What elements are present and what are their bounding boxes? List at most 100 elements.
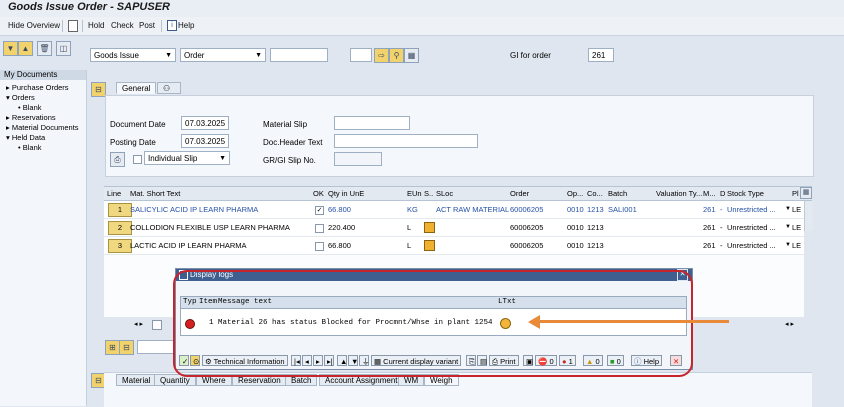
new-document-icon[interactable] — [68, 20, 78, 32]
operation-cell[interactable]: 0010 — [567, 241, 584, 250]
qty-cell[interactable]: 66.800 — [328, 241, 351, 250]
calculator-icon[interactable]: ▦ — [404, 48, 419, 63]
table-row[interactable]: 2 COLLODION FLEXIBLE USP LEARN PHARMA 22… — [104, 219, 804, 237]
order-cell[interactable]: 60006205 — [510, 223, 543, 232]
order-number-input[interactable] — [270, 48, 328, 62]
nav-item-purchase-orders[interactable]: ▸ Purchase Orders — [6, 83, 69, 92]
reference-document-select[interactable]: Order ▼ — [180, 48, 266, 62]
row-selector[interactable]: 1 — [108, 203, 132, 217]
collapse-marker-icon[interactable]: ▾ — [6, 133, 10, 142]
stock-determination-icon[interactable] — [424, 222, 435, 233]
col-movement[interactable]: M... — [703, 189, 716, 198]
horizontal-scroll-thumb[interactable] — [152, 320, 162, 330]
movement-cell[interactable]: 261 — [703, 241, 716, 250]
nav-item-held-data[interactable]: ▾ Held Data — [6, 133, 45, 142]
debit-cell[interactable]: - — [720, 223, 723, 232]
chevron-down-icon[interactable]: ▼ — [785, 224, 791, 230]
chevron-down-icon[interactable]: ▼ — [219, 152, 226, 166]
plant-cell[interactable]: LE — [792, 241, 801, 250]
material-text-cell[interactable]: COLLODION FLEXIBLE USP LEARN PHARMA — [130, 223, 290, 232]
delete-line-icon[interactable]: ⊟ — [119, 340, 134, 355]
order-cell[interactable]: 60006205 — [510, 205, 543, 214]
col-batch[interactable]: Batch — [608, 189, 627, 198]
chevron-down-icon[interactable]: ▼ — [255, 49, 262, 63]
check-button[interactable]: Check — [111, 21, 134, 30]
hide-overview-button[interactable]: Hide Overview — [8, 21, 60, 30]
debit-cell[interactable]: - — [720, 241, 723, 250]
help-button[interactable]: Help — [178, 21, 194, 30]
scroll-right-icon[interactable]: ◂ ▸ — [785, 320, 794, 328]
nav-item-reservations[interactable]: ▸ Reservations — [6, 113, 56, 122]
expand-marker-icon[interactable]: ▸ — [6, 83, 10, 92]
ok-checkbox[interactable]: ✓ — [315, 206, 324, 215]
col-line[interactable]: Line — [107, 189, 121, 198]
collapse-all-icon[interactable]: ▲ — [18, 41, 33, 56]
eun-cell[interactable]: KG — [407, 205, 418, 214]
execute-icon[interactable]: ⇨ — [374, 48, 389, 63]
sloc-cell[interactable]: ACT RAW MATERIAL — [436, 205, 509, 214]
stock-type-cell[interactable]: Unrestricted ... — [727, 205, 776, 214]
order-cell[interactable]: 60006205 — [510, 241, 543, 250]
expand-marker-icon[interactable]: ▸ — [6, 123, 10, 132]
search-help-input[interactable] — [350, 48, 372, 62]
nav-item-orders[interactable]: ▾ Orders — [6, 93, 35, 102]
col-qty[interactable]: Qty in UnE — [328, 189, 364, 198]
qty-cell[interactable]: 66.800 — [328, 205, 351, 214]
stock-type-cell[interactable]: Unrestricted ... — [727, 223, 776, 232]
row-selector[interactable]: 3 — [108, 239, 132, 253]
qty-cell[interactable]: 220.400 — [328, 223, 355, 232]
tab-partner-icon[interactable]: ⚇ — [157, 82, 181, 94]
col-stock-indicator[interactable]: S.. — [424, 189, 433, 198]
table-row[interactable]: 1 SALICYLIC ACID IP LEARN PHARMA ✓ 66.80… — [104, 201, 804, 219]
post-button[interactable]: Post — [139, 21, 155, 30]
my-documents-header[interactable]: My Documents — [0, 70, 86, 80]
ok-checkbox[interactable] — [315, 224, 324, 233]
tab-general[interactable]: General — [116, 82, 157, 94]
print-checkbox[interactable] — [133, 155, 142, 164]
chevron-down-icon[interactable]: ▼ — [785, 242, 791, 248]
operation-cell[interactable]: 0010 — [567, 205, 584, 214]
nav-item-orders-blank[interactable]: • Blank — [18, 103, 42, 112]
chevron-down-icon[interactable]: ▼ — [165, 49, 172, 63]
slip-type-select[interactable]: Individual Slip ▼ — [144, 151, 230, 165]
posting-date-input[interactable]: 07.03.2025 — [181, 134, 229, 148]
collapse-marker-icon[interactable]: ▾ — [6, 93, 10, 102]
col-ok[interactable]: OK — [313, 189, 324, 198]
operation-cell[interactable]: 0010 — [567, 223, 584, 232]
delete-icon[interactable]: 🗑 — [37, 41, 52, 56]
column-settings-icon[interactable]: ▦ — [800, 187, 812, 199]
stock-type-cell[interactable]: Unrestricted ... — [727, 241, 776, 250]
col-plant[interactable]: Pl — [792, 189, 799, 198]
material-slip-input[interactable] — [334, 116, 410, 130]
hold-button[interactable]: Hold — [88, 21, 104, 30]
col-material-text[interactable]: Mat. Short Text — [130, 189, 180, 198]
company-cell[interactable]: 1213 — [587, 205, 604, 214]
movement-type-input[interactable]: 261 — [588, 48, 614, 62]
col-order[interactable]: Order — [510, 189, 529, 198]
help-icon[interactable]: i — [167, 20, 177, 31]
batch-cell[interactable]: SALI001 — [608, 205, 637, 214]
material-text-cell[interactable]: SALICYLIC ACID IP LEARN PHARMA — [130, 205, 258, 214]
stock-determination-icon[interactable] — [424, 240, 435, 251]
scroll-left-icon[interactable]: ◂ ▸ — [134, 320, 143, 328]
chevron-down-icon[interactable]: ▼ — [785, 206, 791, 212]
plant-cell[interactable]: LE — [792, 205, 801, 214]
nav-item-held-blank[interactable]: • Blank — [18, 143, 42, 152]
eun-cell[interactable]: L — [407, 241, 411, 250]
table-row[interactable]: 3 LACTIC ACID IP LEARN PHARMA 66.800 L 6… — [104, 237, 804, 255]
plant-cell[interactable]: LE — [792, 223, 801, 232]
document-date-input[interactable]: 07.03.2025 — [181, 116, 229, 130]
col-company[interactable]: Co... — [587, 189, 603, 198]
col-stock-type[interactable]: Stock Type — [727, 189, 764, 198]
movement-cell[interactable]: 261 — [703, 223, 716, 232]
nav-item-material-documents[interactable]: ▸ Material Documents — [6, 123, 79, 132]
company-cell[interactable]: 1213 — [587, 241, 604, 250]
print-icon[interactable]: ⎙ — [110, 152, 125, 167]
movement-cell[interactable]: 261 — [703, 205, 716, 214]
col-debit[interactable]: D — [720, 189, 725, 198]
ok-checkbox[interactable] — [315, 242, 324, 251]
copy-line-icon[interactable]: ⊞ — [105, 340, 120, 355]
expand-all-icon[interactable]: ▼ — [3, 41, 18, 56]
col-eun[interactable]: EUn — [407, 189, 422, 198]
transaction-select[interactable]: Goods Issue ▼ — [90, 48, 176, 62]
